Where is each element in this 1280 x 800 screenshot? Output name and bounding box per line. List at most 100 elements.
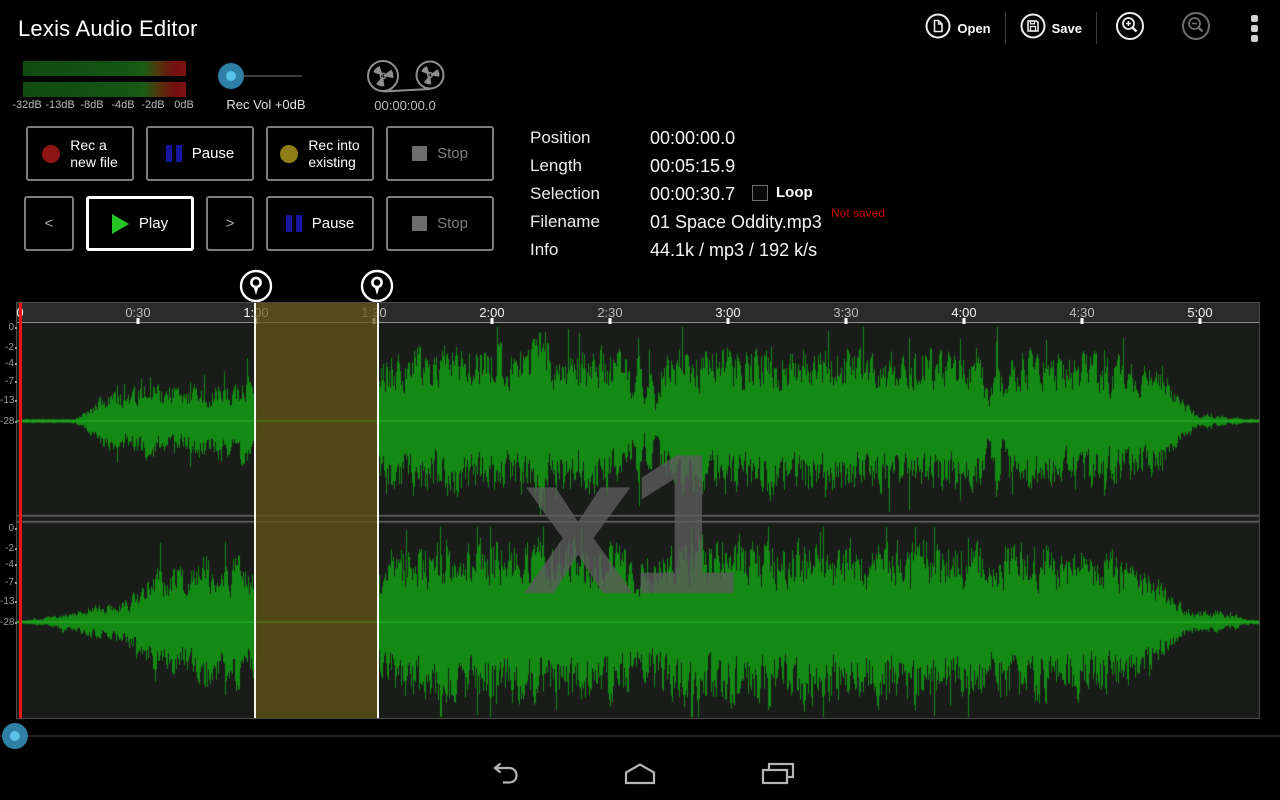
meter-scale-label: -13dB <box>45 99 74 111</box>
db-scale-label: 0 <box>0 523 14 534</box>
level-meter-right <box>23 82 186 97</box>
db-scale-label: -13 <box>0 395 14 406</box>
db-scale-label: 0 <box>0 322 14 333</box>
db-scale-label: -7 <box>0 376 14 387</box>
rec-new-label-line1: Rec a <box>70 137 107 153</box>
tape-reels-icon <box>360 56 452 103</box>
playback-pause-button[interactable]: Pause <box>266 196 374 251</box>
zoom-in-button[interactable] <box>1097 0 1163 56</box>
db-scale-label: -4 <box>0 358 14 369</box>
rec-new-file-button[interactable]: Rec a new file <box>26 126 134 181</box>
position-value: 00:00:00.0 <box>650 128 735 149</box>
timeline-tick <box>608 318 611 324</box>
meter-scale-label: -8dB <box>80 99 103 111</box>
length-value: 00:05:15.9 <box>650 156 735 177</box>
stop-icon <box>412 216 427 231</box>
meter-scale-label: 0dB <box>174 99 194 111</box>
selection-start-pin[interactable] <box>239 269 273 303</box>
action-bar: Lexis Audio Editor Open <box>0 0 1280 56</box>
recents-icon <box>760 762 796 791</box>
rec-volume-label: Rec Vol +0dB <box>196 97 336 112</box>
selection-region[interactable] <box>254 303 379 718</box>
app-title: Lexis Audio Editor <box>18 16 198 42</box>
timeline-tick <box>726 318 729 324</box>
info-row-length: Length 00:05:15.9 <box>530 152 735 180</box>
playback-pause-label: Pause <box>312 215 355 232</box>
rec-into-label-line2: existing <box>308 154 355 170</box>
seek-back-button[interactable]: < <box>24 196 74 251</box>
back-icon <box>482 762 522 791</box>
zoom-out-icon <box>1181 11 1211 46</box>
record-icon <box>42 145 60 163</box>
playback-stop-button[interactable]: Stop <box>386 196 494 251</box>
save-floppy-icon <box>1020 13 1046 44</box>
zoom-out-button[interactable] <box>1163 0 1229 56</box>
timeline-tick <box>962 318 965 324</box>
db-scale-label: -4 <box>0 559 14 570</box>
db-scale-label: -2 <box>0 543 14 554</box>
save-button[interactable]: Save <box>1006 0 1096 56</box>
position-label: Position <box>530 128 650 148</box>
playback-stop-label: Stop <box>437 215 468 232</box>
info-row-position: Position 00:00:00.0 <box>530 124 735 152</box>
selection-value: 00:00:30.7 <box>650 184 735 205</box>
overflow-menu-button[interactable] <box>1229 15 1270 42</box>
seek-forward-label: > <box>226 215 235 232</box>
db-scale-label: -13 <box>0 596 14 607</box>
play-button[interactable]: Play <box>86 196 194 251</box>
loop-label: Loop <box>776 184 813 201</box>
open-button-label: Open <box>957 21 990 36</box>
nav-recents-button[interactable] <box>754 758 802 794</box>
zoom-level-watermark: x1 <box>523 410 733 640</box>
meter-scale-label: -32dB <box>12 99 41 111</box>
info-row-selection: Selection 00:00:30.7 <box>530 180 735 208</box>
timeline-tick <box>136 318 139 324</box>
android-nav-bar <box>0 752 1280 800</box>
record-pause-button[interactable]: Pause <box>146 126 254 181</box>
db-scale-label: -28 <box>0 416 14 427</box>
zoom-in-icon <box>1115 11 1145 46</box>
rec-into-existing-button[interactable]: Rec into existing <box>266 126 374 181</box>
record-stop-button[interactable]: Stop <box>386 126 494 181</box>
nav-home-button[interactable] <box>616 758 664 794</box>
record-pause-label: Pause <box>192 145 235 162</box>
record-time-counter: 00:00:00.0 <box>355 98 455 113</box>
db-scale-label: -7 <box>0 577 14 588</box>
meter-scale-label: -2dB <box>141 99 164 111</box>
rec-new-label-line2: new file <box>70 154 117 170</box>
pause-icon <box>166 145 182 162</box>
info-row-filename: Filename 01 Space Oddity.mp3 <box>530 208 822 236</box>
lexis-audio-editor-screen: Lexis Audio Editor Open <box>0 0 1280 800</box>
selection-end-pin[interactable] <box>360 269 394 303</box>
timeline-tick <box>490 318 493 324</box>
info-value: 44.1k / mp3 / 192 k/s <box>650 240 817 261</box>
level-meter-left <box>23 61 186 76</box>
db-scale-label: -2 <box>0 342 14 353</box>
stop-icon <box>412 146 427 161</box>
selection-label: Selection <box>530 184 650 204</box>
timeline-tick <box>1080 318 1083 324</box>
overflow-menu-icon <box>1251 15 1258 22</box>
loop-checkbox[interactable] <box>752 185 768 201</box>
timeline-ruler[interactable]: 00:301:001:302:002:303:003:304:004:305:0… <box>17 303 1259 323</box>
seek-back-label: < <box>45 215 54 232</box>
save-button-label: Save <box>1052 21 1082 36</box>
rec-volume-knob[interactable] <box>218 63 244 89</box>
timeline-tick <box>1198 318 1201 324</box>
record-stop-label: Stop <box>437 145 468 162</box>
filename-value: 01 Space Oddity.mp3 <box>650 212 822 233</box>
playhead-cursor[interactable] <box>19 303 22 718</box>
db-scale-label: -28 <box>0 617 14 628</box>
seek-bar-knob[interactable] <box>2 723 28 749</box>
waveform-panel[interactable]: 00:301:001:302:002:303:003:304:004:305:0… <box>17 303 1259 718</box>
open-button[interactable]: Open <box>911 0 1004 56</box>
open-file-icon <box>925 13 951 44</box>
rec-into-label-line1: Rec into <box>308 137 359 153</box>
info-row-info: Info 44.1k / mp3 / 192 k/s <box>530 236 817 264</box>
seek-forward-button[interactable]: > <box>206 196 254 251</box>
nav-back-button[interactable] <box>478 758 526 794</box>
seek-bar-track[interactable] <box>0 735 1280 737</box>
timeline-tick <box>844 318 847 324</box>
home-icon <box>622 762 658 791</box>
filename-label: Filename <box>530 212 650 232</box>
